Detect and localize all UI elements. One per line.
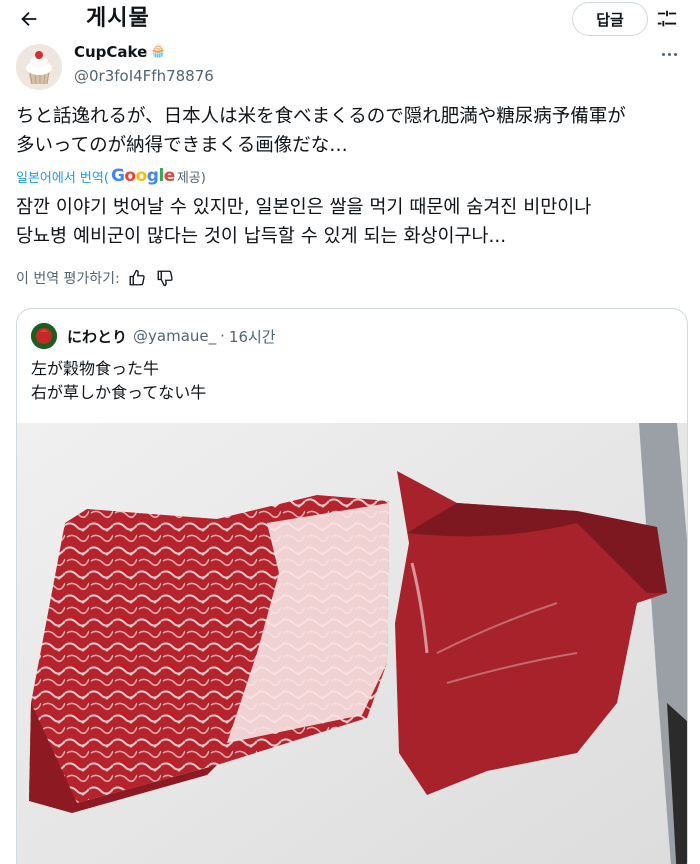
quoted-post[interactable]: にわとり @yamaue_ · 16시간 左が穀物食った牛 右が草しか食ってない… xyxy=(16,308,688,864)
quoted-text-line: 右が草しか食ってない牛 xyxy=(31,383,207,402)
author-name[interactable]: CupCake 🧁 xyxy=(74,42,167,62)
page-title: 게시물 xyxy=(86,6,150,31)
quoted-author-handle[interactable]: @yamaue_ xyxy=(133,327,216,345)
rooster-avatar-icon xyxy=(31,323,57,349)
steak-photo xyxy=(17,423,687,864)
quoted-image-steaks[interactable] xyxy=(17,423,687,864)
translated-text-line: 잠깐 이야기 벗어날 수 있지만, 일본인은 쌀을 먹기 때문에 숨겨진 비만이… xyxy=(16,197,592,218)
quoted-text: 左が穀物食った牛 右が草しか食ってない牛 xyxy=(31,357,206,405)
author-handle[interactable]: @0r3foI4Ffh78876 xyxy=(74,66,214,86)
rate-translation-label: 이 번역 평가하기: xyxy=(16,271,120,287)
back-arrow-icon xyxy=(21,11,37,27)
quoted-avatar[interactable] xyxy=(31,323,57,349)
translated-by[interactable]: 일본어에서 번역( Google 제공) xyxy=(16,165,206,187)
reply-button[interactable]: 답글 xyxy=(572,2,648,36)
avatar[interactable] xyxy=(16,44,62,90)
more-icon xyxy=(661,52,665,56)
cupcake-emoji-icon: 🧁 xyxy=(150,44,167,59)
google-logo: Google xyxy=(110,166,175,186)
translated-text: 잠깐 이야기 벗어날 수 있지만, 일본인은 쌀을 먹기 때문에 숨겨진 비만이… xyxy=(16,193,686,251)
post-author: CupCake 🧁 @0r3foI4Ffh78876 xyxy=(16,42,686,92)
more-options-button[interactable] xyxy=(658,44,680,64)
post-text-line: 多いってのが納得できまくる画像だな… xyxy=(16,135,348,156)
thumbs-up-icon xyxy=(129,269,145,286)
thumbs-down-button[interactable] xyxy=(154,267,176,289)
translated-suffix: 제공) xyxy=(176,170,206,186)
author-name-text: CupCake xyxy=(74,43,148,61)
translated-prefix: 일본어에서 번역( xyxy=(16,170,109,186)
quoted-author-name[interactable]: にわとり xyxy=(67,326,127,347)
more-icon-dot xyxy=(667,52,671,56)
back-button[interactable] xyxy=(14,4,44,34)
post-text: ちと話逸れるが、日本人は米を食べまくるので隠れ肥満や糖尿病予備軍が 多いってのが… xyxy=(16,102,686,160)
top-bar: 게시물 답글 xyxy=(0,0,700,40)
quoted-text-line: 左が穀物食った牛 xyxy=(31,359,160,378)
cupcake-avatar-icon xyxy=(16,44,62,90)
translated-text-line: 당뇨병 예비군이 많다는 것이 납득할 수 있게 되는 화상이구나... xyxy=(16,226,507,247)
quoted-post-header: にわとり @yamaue_ · 16시간 xyxy=(31,323,276,349)
sliders-icon xyxy=(657,10,677,27)
thumbs-up-button[interactable] xyxy=(126,267,148,289)
thumbs-down-icon xyxy=(157,270,173,287)
post-text-line: ちと話逸れるが、日本人は米を食べまくるので隠れ肥満や糖尿病予備軍が xyxy=(16,106,626,127)
settings-button[interactable] xyxy=(652,4,682,34)
separator-dot: · xyxy=(220,327,225,345)
more-icon-dot xyxy=(673,52,677,56)
rate-translation: 이 번역 평가하기: xyxy=(16,266,176,290)
quoted-timestamp[interactable]: 16시간 xyxy=(229,326,276,347)
